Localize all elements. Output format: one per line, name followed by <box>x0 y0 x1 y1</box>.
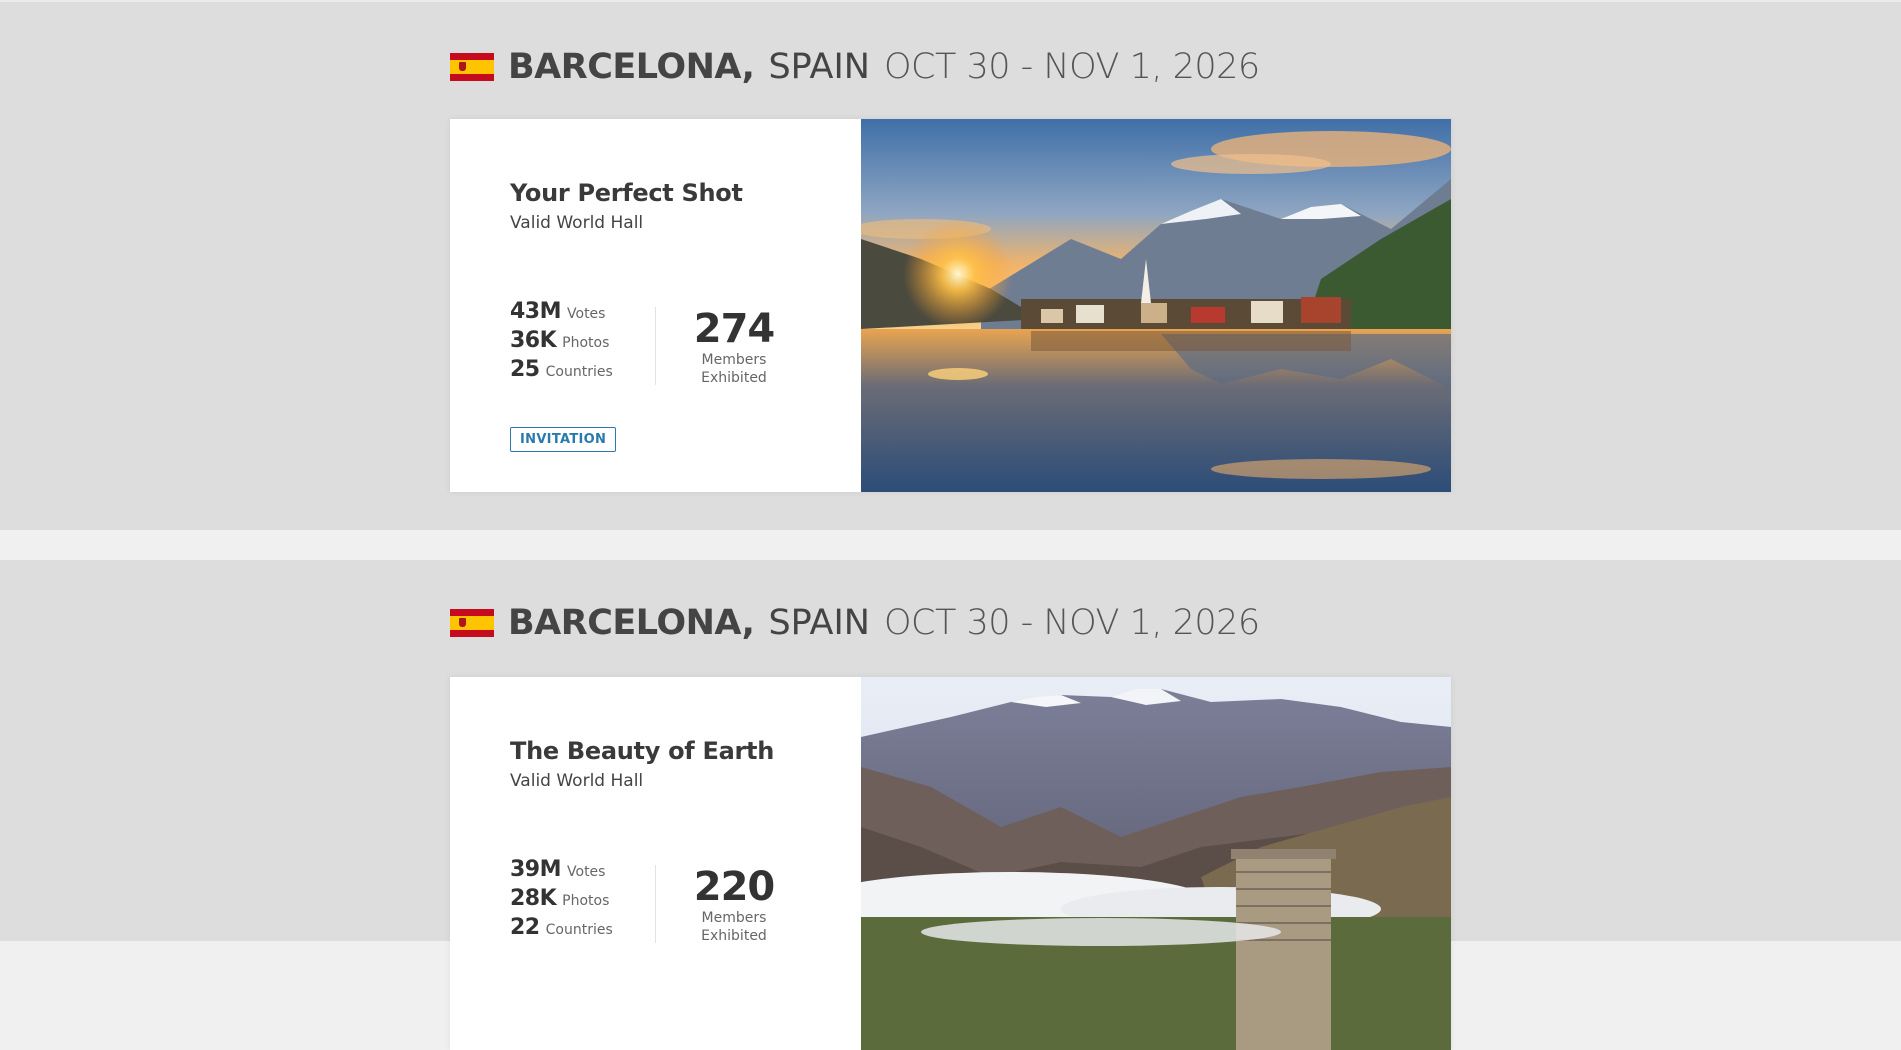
stat-value: 36K <box>510 328 557 353</box>
event-photo-mountain-valley[interactable] <box>861 677 1451 1050</box>
members-count: 220 <box>693 864 776 910</box>
event-section-2: BARCELONA, SPAIN OCT 30 - NOV 1, 2026 Th… <box>0 560 1901 1050</box>
event-card[interactable]: Your Perfect Shot Valid World Hall 43M V… <box>450 119 1451 492</box>
stat-value: 28K <box>510 886 557 911</box>
event-country: SPAIN <box>768 47 870 87</box>
stat-value: 39M <box>510 857 562 882</box>
spain-flag-icon <box>450 53 494 81</box>
stat-label: Photos <box>562 893 610 909</box>
stat-label: Countries <box>545 364 613 380</box>
stat-label: Votes <box>567 306 606 322</box>
stat-value: 43M <box>510 299 562 324</box>
event-dates: OCT 30 - NOV 1, 2026 <box>883 603 1260 643</box>
exhibited-label: Exhibited <box>701 928 767 944</box>
stat-label: Photos <box>562 335 610 351</box>
event-dates: OCT 30 - NOV 1, 2026 <box>883 47 1260 87</box>
event-heading: BARCELONA, SPAIN OCT 30 - NOV 1, 2026 <box>450 598 1260 648</box>
stat-label: Countries <box>545 922 613 938</box>
members-exhibited: 274 Members Exhibited <box>684 307 784 387</box>
event-heading: BARCELONA, SPAIN OCT 30 - NOV 1, 2026 <box>450 42 1260 92</box>
event-title[interactable]: Your Perfect Shot <box>510 179 743 207</box>
event-section-1: BARCELONA, SPAIN OCT 30 - NOV 1, 2026 Yo… <box>0 0 1901 530</box>
event-title[interactable]: The Beauty of Earth <box>510 737 774 765</box>
lake-village-image <box>861 119 1451 492</box>
event-photo-lake-village[interactable] <box>861 119 1451 492</box>
event-country: SPAIN <box>768 603 870 643</box>
members-count: 274 <box>693 306 776 352</box>
event-info-panel: The Beauty of Earth Valid World Hall 39M… <box>450 677 861 1050</box>
members-label: Members <box>701 352 767 368</box>
stats-divider <box>655 865 656 943</box>
stat-value: 22 <box>510 915 540 940</box>
event-venue: Valid World Hall <box>510 213 644 233</box>
stats-divider <box>655 307 656 385</box>
event-info-panel: Your Perfect Shot Valid World Hall 43M V… <box>450 119 861 492</box>
exhibited-label: Exhibited <box>701 370 767 386</box>
event-stats: 43M Votes 36K Photos 25 Countries 274 Me… <box>510 299 810 386</box>
spain-flag-icon <box>450 609 494 637</box>
event-city: BARCELONA, <box>508 47 755 87</box>
event-card[interactable]: The Beauty of Earth Valid World Hall 39M… <box>450 677 1451 1050</box>
invitation-button[interactable]: INVITATION <box>510 427 617 452</box>
stat-label: Votes <box>567 864 606 880</box>
mountain-valley-image <box>861 677 1451 1050</box>
event-city: BARCELONA, <box>508 603 755 643</box>
members-exhibited: 220 Members Exhibited <box>684 865 784 945</box>
members-label: Members <box>701 910 767 926</box>
stat-value: 25 <box>510 357 540 382</box>
event-stats: 39M Votes 28K Photos 22 Countries 220 Me… <box>510 857 810 944</box>
event-venue: Valid World Hall <box>510 771 644 791</box>
